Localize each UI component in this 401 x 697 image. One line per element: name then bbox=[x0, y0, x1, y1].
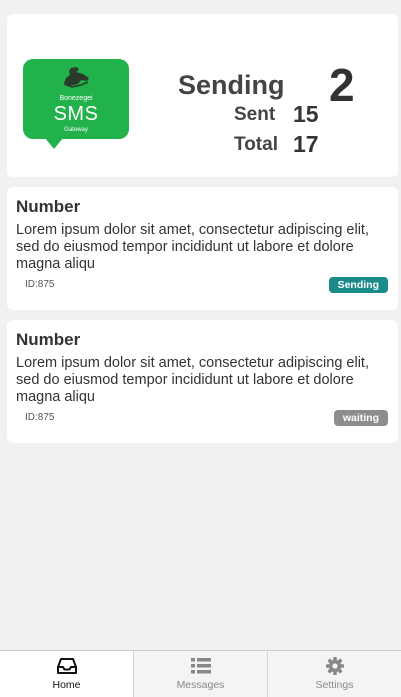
message-title: Number bbox=[16, 197, 81, 216]
bottom-tab-bar: Home Messages Settings bbox=[0, 650, 401, 697]
total-label: Total bbox=[234, 134, 278, 155]
message-card[interactable]: Number Lorem ipsum dolor sit amet, conse… bbox=[7, 320, 398, 443]
sent-label: Sent bbox=[234, 104, 276, 125]
app-screen: Bonezegei SMS Gateway Sending 2 Sent 15 … bbox=[0, 0, 401, 697]
status-badge: Sending bbox=[328, 277, 388, 293]
sent-value: 15 bbox=[293, 101, 319, 127]
tab-settings[interactable]: Settings bbox=[268, 651, 401, 697]
message-id: ID:875 bbox=[25, 279, 55, 290]
message-body: Lorem ipsum dolor sit amet, consectetur … bbox=[16, 222, 369, 272]
message-card[interactable]: Number Lorem ipsum dolor sit amet, conse… bbox=[7, 187, 398, 310]
message-id: ID:875 bbox=[25, 412, 55, 423]
message-title: Number bbox=[16, 330, 81, 349]
gear-icon bbox=[325, 657, 344, 675]
logo-mark-icon bbox=[63, 67, 89, 88]
tab-messages[interactable]: Messages bbox=[134, 651, 268, 697]
tab-settings-label: Settings bbox=[315, 679, 354, 691]
total-value: 17 bbox=[293, 131, 319, 157]
logo-subtitle-text: Gateway bbox=[64, 127, 88, 133]
tab-home-label: Home bbox=[52, 679, 81, 691]
status-badge: waiting bbox=[333, 410, 388, 426]
sending-count: 2 bbox=[329, 59, 355, 111]
list-icon bbox=[190, 658, 211, 674]
message-body: Lorem ipsum dolor sit amet, consectetur … bbox=[16, 355, 369, 405]
sending-label: Sending bbox=[178, 70, 285, 100]
sms-gateway-logo: Bonezegei SMS Gateway bbox=[23, 59, 129, 149]
tab-messages-label: Messages bbox=[176, 679, 225, 691]
inbox-icon bbox=[56, 658, 77, 674]
logo-brand-text: Bonezegei bbox=[59, 95, 93, 102]
tab-home[interactable]: Home bbox=[0, 651, 134, 697]
logo-title-text: SMS bbox=[53, 103, 99, 125]
stats-card: Bonezegei SMS Gateway Sending 2 Sent 15 … bbox=[7, 14, 398, 177]
